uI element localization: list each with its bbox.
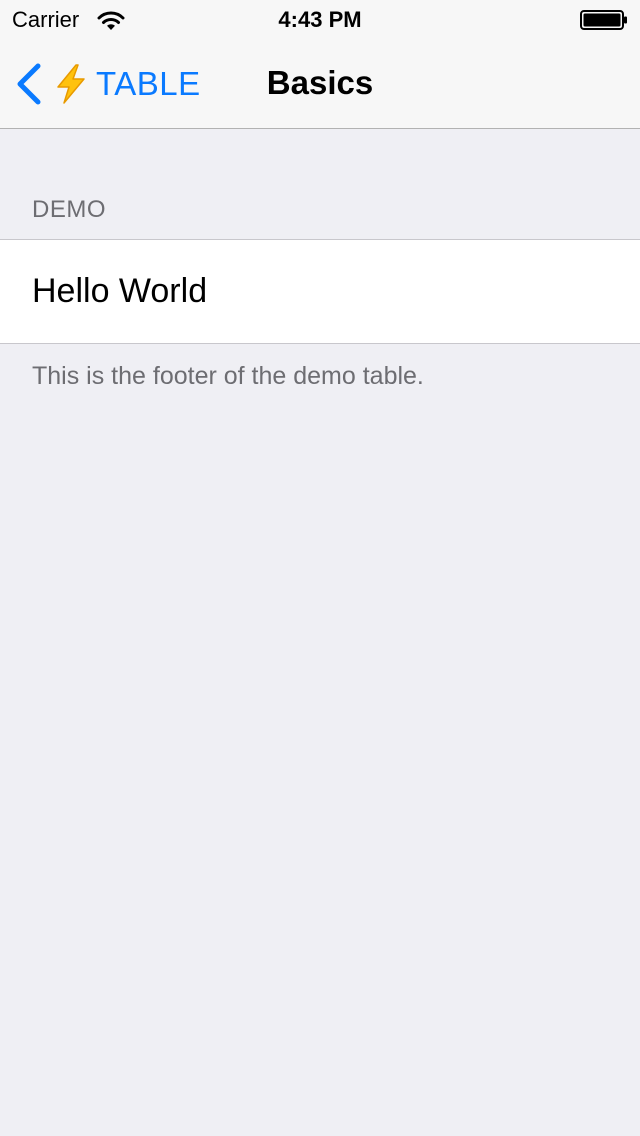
status-time: 4:43 PM bbox=[278, 7, 362, 32]
navigation-bar: TABLE Basics bbox=[0, 40, 640, 129]
battery-icon bbox=[580, 10, 627, 30]
section-footer: This is the footer of the demo table. bbox=[32, 362, 424, 390]
page-title: Basics bbox=[266, 64, 374, 101]
table-row-label: Hello World bbox=[32, 272, 208, 310]
status-bar: Carrier 4:43 PM bbox=[0, 0, 640, 40]
table-row[interactable]: Hello World bbox=[0, 239, 640, 344]
section-header: DEMO bbox=[32, 196, 106, 223]
